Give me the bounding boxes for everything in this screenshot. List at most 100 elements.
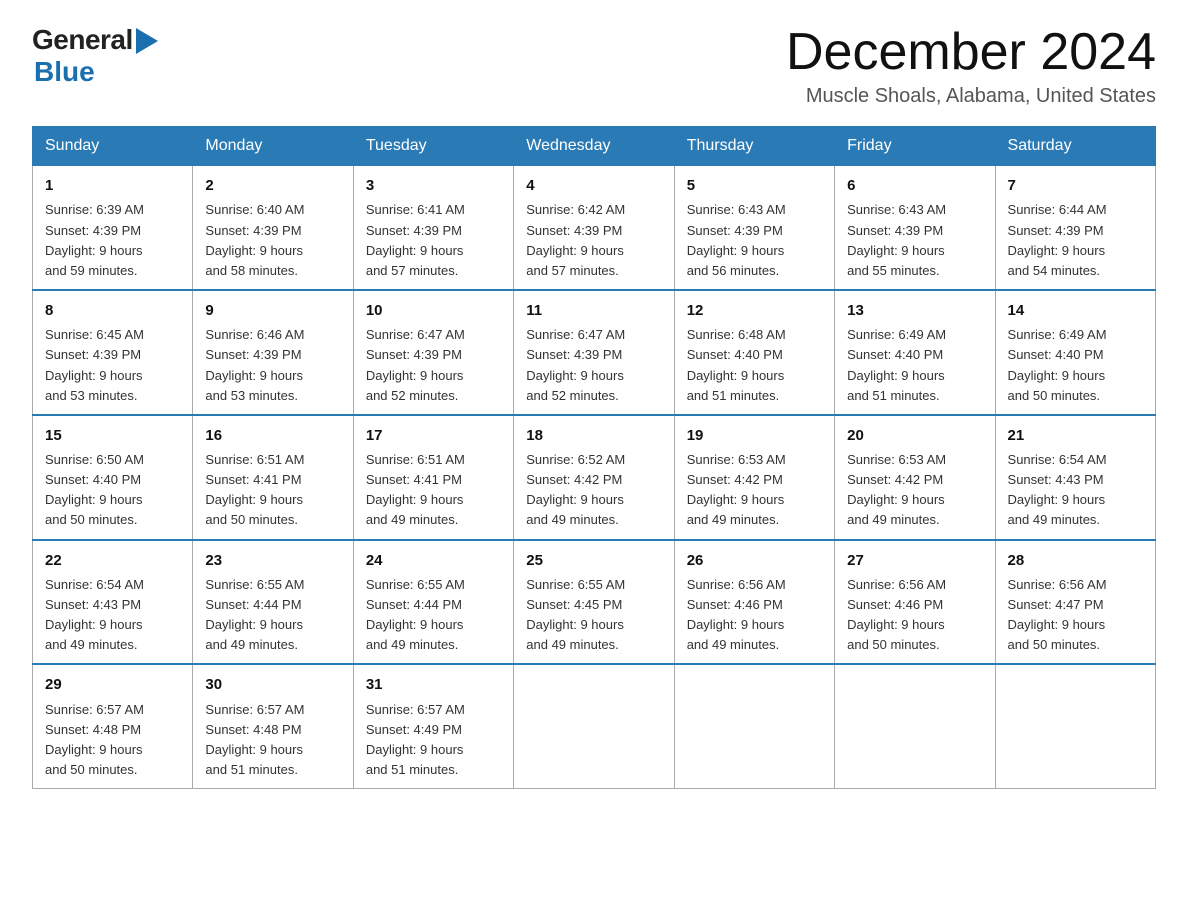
day-sunset: Sunset: 4:39 PM — [205, 347, 301, 362]
day-sunrise: Sunrise: 6:54 AM — [45, 577, 144, 592]
day-daylight-line1: Daylight: 9 hours — [526, 617, 624, 632]
calendar-day-cell: 25 Sunrise: 6:55 AM Sunset: 4:45 PM Dayl… — [514, 540, 674, 665]
day-sunrise: Sunrise: 6:55 AM — [366, 577, 465, 592]
day-number: 26 — [687, 549, 824, 572]
day-number: 3 — [366, 174, 503, 197]
day-sunset: Sunset: 4:42 PM — [526, 472, 622, 487]
day-sunset: Sunset: 4:40 PM — [45, 472, 141, 487]
day-daylight-line2: and 51 minutes. — [847, 388, 940, 403]
day-sunset: Sunset: 4:39 PM — [526, 347, 622, 362]
day-daylight-line2: and 49 minutes. — [366, 637, 459, 652]
calendar-day-cell: 4 Sunrise: 6:42 AM Sunset: 4:39 PM Dayli… — [514, 166, 674, 290]
calendar-day-cell: 12 Sunrise: 6:48 AM Sunset: 4:40 PM Dayl… — [674, 290, 834, 415]
day-daylight-line2: and 49 minutes. — [526, 637, 619, 652]
day-daylight-line1: Daylight: 9 hours — [205, 243, 303, 258]
day-sunrise: Sunrise: 6:42 AM — [526, 202, 625, 217]
calendar-day-cell — [514, 664, 674, 788]
calendar-day-cell: 2 Sunrise: 6:40 AM Sunset: 4:39 PM Dayli… — [193, 166, 353, 290]
day-daylight-line1: Daylight: 9 hours — [526, 368, 624, 383]
day-sunset: Sunset: 4:39 PM — [526, 223, 622, 238]
weekday-header-row: Sunday Monday Tuesday Wednesday Thursday… — [33, 127, 1156, 166]
day-number: 28 — [1008, 549, 1145, 572]
calendar-day-cell: 9 Sunrise: 6:46 AM Sunset: 4:39 PM Dayli… — [193, 290, 353, 415]
calendar-day-cell: 13 Sunrise: 6:49 AM Sunset: 4:40 PM Dayl… — [835, 290, 995, 415]
day-sunrise: Sunrise: 6:46 AM — [205, 327, 304, 342]
day-number: 8 — [45, 299, 182, 322]
day-number: 30 — [205, 673, 342, 696]
day-sunrise: Sunrise: 6:57 AM — [366, 702, 465, 717]
day-sunrise: Sunrise: 6:41 AM — [366, 202, 465, 217]
day-daylight-line2: and 49 minutes. — [1008, 512, 1101, 527]
day-daylight-line1: Daylight: 9 hours — [1008, 243, 1106, 258]
day-number: 25 — [526, 549, 663, 572]
calendar-day-cell: 6 Sunrise: 6:43 AM Sunset: 4:39 PM Dayli… — [835, 166, 995, 290]
day-daylight-line2: and 53 minutes. — [45, 388, 138, 403]
day-number: 24 — [366, 549, 503, 572]
logo: General Blue — [32, 24, 158, 88]
calendar-day-cell: 5 Sunrise: 6:43 AM Sunset: 4:39 PM Dayli… — [674, 166, 834, 290]
day-daylight-line2: and 52 minutes. — [526, 388, 619, 403]
header-tuesday: Tuesday — [353, 127, 513, 166]
calendar-day-cell — [674, 664, 834, 788]
day-sunrise: Sunrise: 6:55 AM — [205, 577, 304, 592]
day-sunrise: Sunrise: 6:57 AM — [45, 702, 144, 717]
location-subtitle: Muscle Shoals, Alabama, United States — [786, 85, 1156, 108]
day-daylight-line1: Daylight: 9 hours — [366, 243, 464, 258]
calendar-day-cell: 21 Sunrise: 6:54 AM Sunset: 4:43 PM Dayl… — [995, 415, 1155, 540]
calendar-day-cell: 23 Sunrise: 6:55 AM Sunset: 4:44 PM Dayl… — [193, 540, 353, 665]
day-number: 19 — [687, 424, 824, 447]
day-sunrise: Sunrise: 6:45 AM — [45, 327, 144, 342]
day-sunrise: Sunrise: 6:39 AM — [45, 202, 144, 217]
header-thursday: Thursday — [674, 127, 834, 166]
day-sunrise: Sunrise: 6:53 AM — [687, 452, 786, 467]
day-sunset: Sunset: 4:43 PM — [45, 597, 141, 612]
day-number: 29 — [45, 673, 182, 696]
day-daylight-line2: and 49 minutes. — [847, 512, 940, 527]
calendar-day-cell: 11 Sunrise: 6:47 AM Sunset: 4:39 PM Dayl… — [514, 290, 674, 415]
day-daylight-line1: Daylight: 9 hours — [366, 617, 464, 632]
day-sunset: Sunset: 4:40 PM — [687, 347, 783, 362]
calendar-day-cell: 24 Sunrise: 6:55 AM Sunset: 4:44 PM Dayl… — [353, 540, 513, 665]
day-number: 14 — [1008, 299, 1145, 322]
day-daylight-line2: and 50 minutes. — [1008, 388, 1101, 403]
day-number: 1 — [45, 174, 182, 197]
day-number: 16 — [205, 424, 342, 447]
calendar-day-cell: 1 Sunrise: 6:39 AM Sunset: 4:39 PM Dayli… — [33, 166, 193, 290]
page-header: General Blue December 2024 Muscle Shoals… — [32, 24, 1156, 108]
day-number: 2 — [205, 174, 342, 197]
header-friday: Friday — [835, 127, 995, 166]
day-daylight-line2: and 49 minutes. — [366, 512, 459, 527]
day-daylight-line1: Daylight: 9 hours — [687, 492, 785, 507]
day-number: 6 — [847, 174, 984, 197]
day-sunset: Sunset: 4:39 PM — [205, 223, 301, 238]
day-number: 27 — [847, 549, 984, 572]
calendar-day-cell: 20 Sunrise: 6:53 AM Sunset: 4:42 PM Dayl… — [835, 415, 995, 540]
day-number: 5 — [687, 174, 824, 197]
day-number: 20 — [847, 424, 984, 447]
calendar-day-cell: 19 Sunrise: 6:53 AM Sunset: 4:42 PM Dayl… — [674, 415, 834, 540]
day-daylight-line1: Daylight: 9 hours — [45, 492, 143, 507]
calendar-day-cell: 3 Sunrise: 6:41 AM Sunset: 4:39 PM Dayli… — [353, 166, 513, 290]
day-daylight-line1: Daylight: 9 hours — [526, 243, 624, 258]
day-number: 10 — [366, 299, 503, 322]
day-daylight-line1: Daylight: 9 hours — [687, 617, 785, 632]
month-year-title: December 2024 — [786, 24, 1156, 81]
day-daylight-line2: and 50 minutes. — [45, 762, 138, 777]
day-sunrise: Sunrise: 6:54 AM — [1008, 452, 1107, 467]
day-daylight-line2: and 49 minutes. — [687, 512, 780, 527]
day-daylight-line2: and 51 minutes. — [366, 762, 459, 777]
day-sunrise: Sunrise: 6:43 AM — [687, 202, 786, 217]
day-sunset: Sunset: 4:45 PM — [526, 597, 622, 612]
day-sunset: Sunset: 4:40 PM — [847, 347, 943, 362]
day-sunset: Sunset: 4:39 PM — [366, 347, 462, 362]
day-number: 17 — [366, 424, 503, 447]
day-daylight-line1: Daylight: 9 hours — [1008, 368, 1106, 383]
calendar-table: Sunday Monday Tuesday Wednesday Thursday… — [32, 126, 1156, 789]
day-sunset: Sunset: 4:49 PM — [366, 722, 462, 737]
day-daylight-line1: Daylight: 9 hours — [1008, 617, 1106, 632]
day-daylight-line2: and 49 minutes. — [45, 637, 138, 652]
day-daylight-line2: and 50 minutes. — [205, 512, 298, 527]
day-sunrise: Sunrise: 6:57 AM — [205, 702, 304, 717]
day-sunrise: Sunrise: 6:53 AM — [847, 452, 946, 467]
calendar-week-row: 1 Sunrise: 6:39 AM Sunset: 4:39 PM Dayli… — [33, 166, 1156, 290]
